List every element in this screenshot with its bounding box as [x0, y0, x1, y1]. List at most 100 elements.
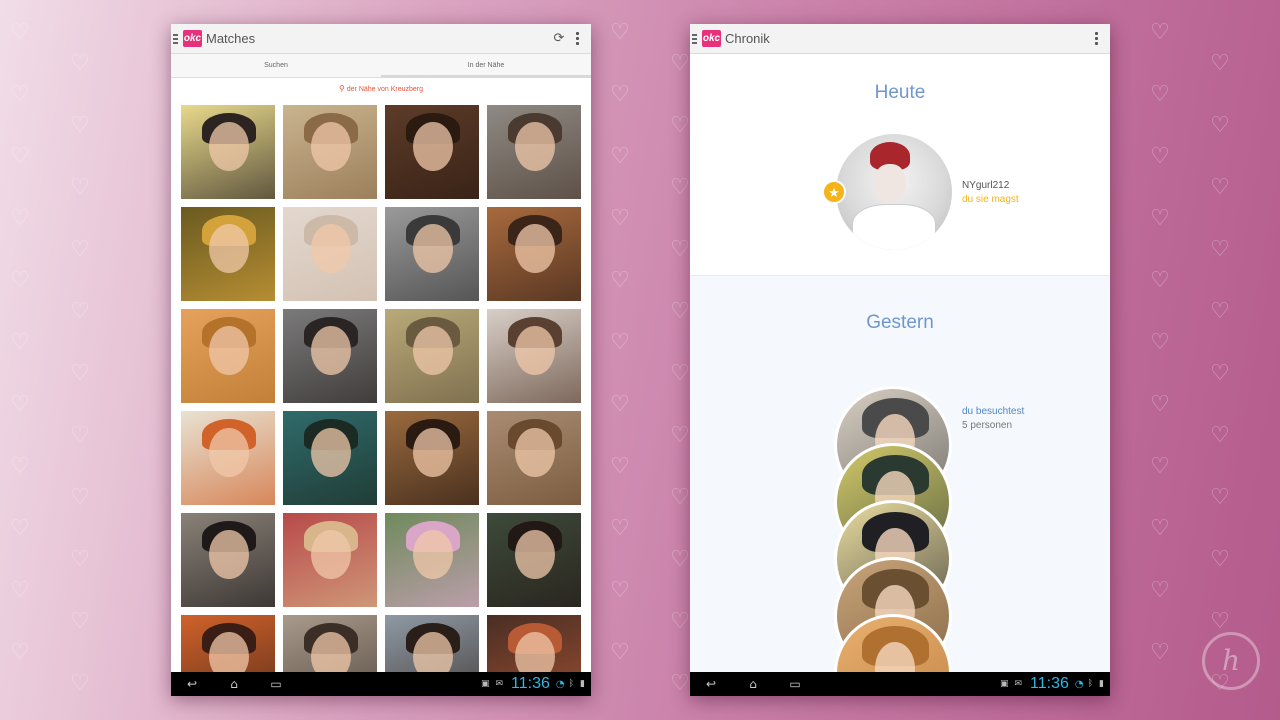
battery-icon: ▮ — [1099, 679, 1104, 689]
heart-icon: ♡ — [670, 547, 690, 572]
today-heading: Heute — [874, 82, 926, 103]
refresh-icon[interactable]: ⟳ — [548, 31, 570, 46]
match-photo[interactable] — [283, 207, 377, 301]
location-filter[interactable]: ⚲ der Nähe von Kreuzberg — [171, 84, 591, 93]
recents-icon[interactable]: ▭ — [774, 677, 816, 691]
home-icon[interactable]: ⌂ — [213, 677, 255, 691]
heart-icon: ♡ — [70, 609, 90, 634]
heart-icon: ♡ — [1150, 82, 1170, 107]
matches-screen: okc Matches ⟳ Suchen In der Nähe ⚲ der N… — [171, 24, 591, 696]
match-photo-grid — [181, 105, 581, 696]
match-photo[interactable] — [385, 309, 479, 403]
heart-icon: ♡ — [10, 516, 30, 541]
wifi-icon: ◔ — [555, 678, 565, 690]
match-photo[interactable] — [181, 207, 275, 301]
heart-icon: ♡ — [70, 237, 90, 262]
heart-icon: ♡ — [1150, 144, 1170, 169]
match-photo[interactable] — [283, 411, 377, 505]
tab-suchen[interactable]: Suchen — [171, 54, 381, 77]
mail-notification-icon: ✉ — [495, 679, 504, 689]
heart-icon: ♡ — [10, 392, 30, 417]
home-icon[interactable]: ⌂ — [732, 677, 774, 691]
heart-icon: ♡ — [10, 640, 30, 665]
heart-icon: ♡ — [10, 20, 30, 45]
watermark-logo: h — [1202, 632, 1260, 690]
clock: 11:36 — [1030, 675, 1069, 692]
heart-icon: ♡ — [610, 454, 630, 479]
yesterday-section: Gestern du besuchtest 5 personen — [690, 276, 1110, 672]
liked-user-avatar[interactable] — [836, 134, 952, 250]
bluetooth-icon: ᛒ — [1087, 679, 1094, 689]
heart-icon: ♡ — [70, 299, 90, 324]
heart-icon: ♡ — [610, 144, 630, 169]
heart-icon: ♡ — [1210, 361, 1230, 386]
match-photo[interactable] — [385, 207, 479, 301]
visited-count: 5 personen — [962, 420, 1013, 431]
heart-icon: ♡ — [10, 268, 30, 293]
heart-icon: ♡ — [670, 609, 690, 634]
overflow-menu-icon[interactable] — [1095, 32, 1098, 45]
heart-icon: ♡ — [10, 206, 30, 231]
heart-icon: ♡ — [610, 82, 630, 107]
heart-icon: ♡ — [70, 175, 90, 200]
heart-icon: ♡ — [670, 423, 690, 448]
heart-icon: ♡ — [610, 578, 630, 603]
heart-icon: ♡ — [1210, 547, 1230, 572]
heart-icon: ♡ — [670, 361, 690, 386]
visited-label[interactable]: du besuchtest — [962, 406, 1024, 417]
heart-icon: ♡ — [610, 392, 630, 417]
liked-user-action: du sie magst — [962, 194, 1019, 205]
heart-icon: ♡ — [1210, 485, 1230, 510]
heart-icon: ♡ — [1150, 640, 1170, 665]
match-photo[interactable] — [181, 513, 275, 607]
location-label: der Nähe von Kreuzberg — [346, 86, 424, 93]
page-title: Chronik — [725, 31, 770, 46]
page-title: Matches — [206, 31, 256, 46]
okc-logo[interactable]: okc — [702, 30, 721, 47]
heart-icon: ♡ — [1150, 578, 1170, 603]
match-photo[interactable] — [487, 309, 581, 403]
tab-bar: Suchen In der Nähe — [171, 54, 591, 78]
heart-icon: ♡ — [1150, 392, 1170, 417]
mail-notification-icon: ✉ — [1014, 679, 1023, 689]
match-photo[interactable] — [487, 411, 581, 505]
heart-icon: ♡ — [1150, 20, 1170, 45]
heart-icon: ♡ — [610, 330, 630, 355]
heart-icon: ♡ — [1210, 299, 1230, 324]
match-photo[interactable] — [283, 513, 377, 607]
heart-icon: ♡ — [70, 51, 90, 76]
drawer-icon[interactable] — [692, 33, 697, 44]
match-photo[interactable] — [385, 411, 479, 505]
recents-icon[interactable]: ▭ — [255, 677, 297, 691]
heart-icon: ♡ — [70, 671, 90, 696]
heart-icon: ♡ — [670, 299, 690, 324]
heart-icon: ♡ — [670, 671, 690, 696]
overflow-menu-icon[interactable] — [576, 32, 579, 45]
heart-icon: ♡ — [670, 175, 690, 200]
back-icon[interactable]: ↩ — [690, 677, 732, 691]
heart-icon: ♡ — [670, 113, 690, 138]
match-photo[interactable] — [487, 207, 581, 301]
liked-user-name[interactable]: NYgurl212 — [962, 180, 1009, 191]
heart-icon: ♡ — [1210, 423, 1230, 448]
heart-icon: ♡ — [610, 268, 630, 293]
match-photo[interactable] — [181, 105, 275, 199]
match-photo[interactable] — [487, 513, 581, 607]
match-photo[interactable] — [283, 105, 377, 199]
tab-in-der-naehe[interactable]: In der Nähe — [381, 54, 591, 78]
match-photo[interactable] — [385, 105, 479, 199]
yesterday-heading: Gestern — [866, 312, 934, 333]
drawer-icon[interactable] — [173, 33, 178, 44]
heart-icon: ♡ — [610, 206, 630, 231]
match-photo[interactable] — [487, 105, 581, 199]
heart-icon: ♡ — [1210, 175, 1230, 200]
heart-icon: ♡ — [670, 51, 690, 76]
clock: 11:36 — [511, 675, 550, 692]
match-photo[interactable] — [181, 411, 275, 505]
back-icon[interactable]: ↩ — [171, 677, 213, 691]
match-photo[interactable] — [385, 513, 479, 607]
battery-icon: ▮ — [580, 679, 585, 689]
match-photo[interactable] — [181, 309, 275, 403]
okc-logo[interactable]: okc — [183, 30, 202, 47]
match-photo[interactable] — [283, 309, 377, 403]
